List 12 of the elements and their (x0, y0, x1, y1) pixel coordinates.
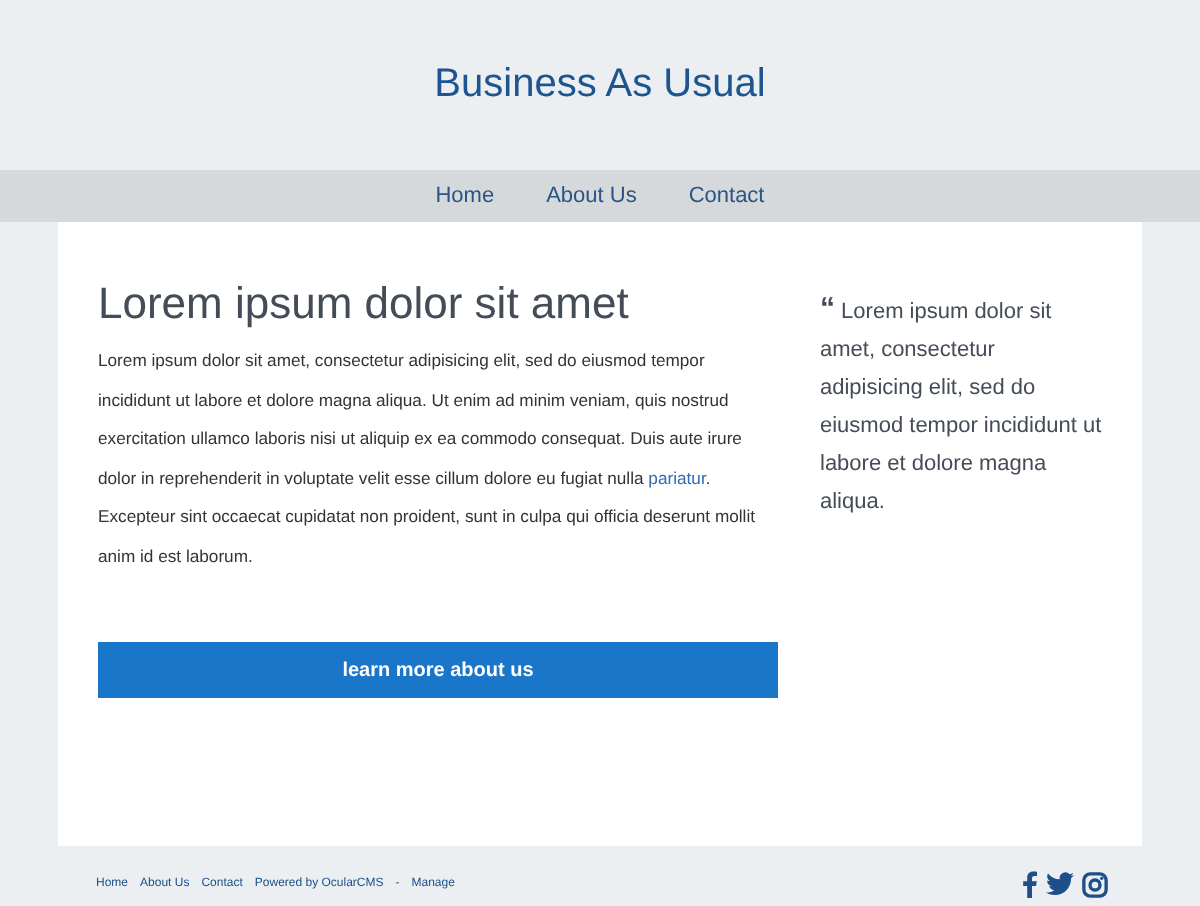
learn-more-button[interactable]: learn more about us (98, 642, 778, 698)
twitter-icon[interactable] (1046, 872, 1074, 896)
instagram-icon[interactable] (1082, 871, 1108, 897)
nav-link[interactable]: Home (435, 184, 495, 208)
nav-link[interactable]: Contact (688, 184, 765, 208)
nav-link[interactable]: About Us (546, 184, 637, 208)
page-heading: Lorem ipsum dolor sit amet (98, 278, 631, 330)
site-title: Business As Usual (434, 62, 766, 108)
quote-text: “ Lorem ipsum dolor sit amet, consectetur adipisicing elit, sed do eiusmod tempor incididunt ut labore et dolore magna aliqua. (820, 290, 1102, 518)
body-paragraph: Lorem ipsum dolor sit amet, consectetur adipisicing elit, sed do eiusmod tempor incididunt ut labore et dolore magna aliqua. Ut enim ad minim veniam, quis nostrud exercitation ullamco laboris nisi ut aliquip ex ea commodo consequat. Duis aute irure dolor in reprehenderit in voluptate velit esse cillum dolore eu fugiat nulla pariatur. Excepteur sint occaecat cupidatat non proident, sunt in culpa qui officia deserunt mollit anim id est laborum. (98, 348, 758, 569)
facebook-icon[interactable] (1022, 870, 1038, 898)
pariatur-link[interactable]: pariatur (648, 467, 706, 487)
